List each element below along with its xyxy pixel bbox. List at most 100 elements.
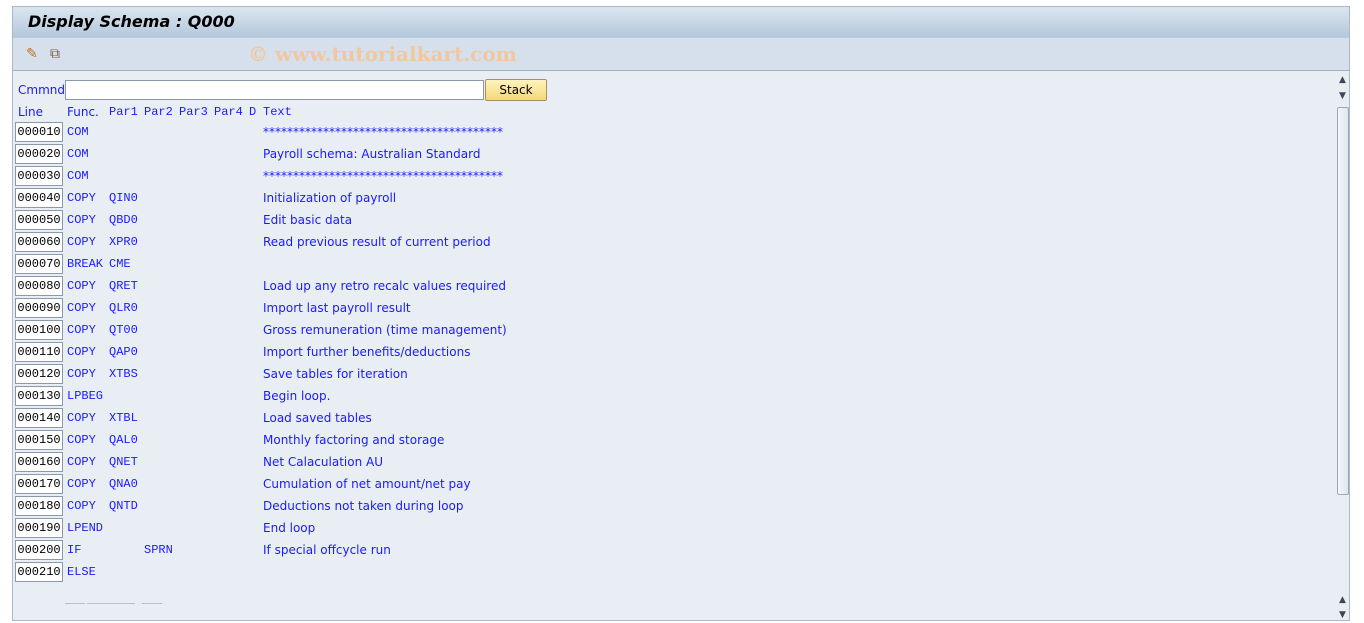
schema-row: 000140 COPY XTBL Load saved tables — [13, 408, 713, 430]
scrollbar-thumb[interactable] — [1337, 107, 1349, 495]
line-number-field[interactable]: 000160 — [15, 452, 63, 472]
vertical-scrollbar[interactable]: ▲ ▼ ▲ ▼ — [1335, 71, 1350, 621]
schema-row: 000020 COM Payroll schema: Australian St… — [13, 144, 713, 166]
func-cell: LPBEG — [67, 389, 104, 403]
line-number-field[interactable]: 000080 — [15, 276, 63, 296]
func-cell: COPY — [67, 213, 96, 227]
scroll-up-icon[interactable]: ▲ — [1335, 593, 1350, 608]
line-number-field[interactable]: 000200 — [15, 540, 63, 560]
text-cell: Import further benefits/deductions — [263, 345, 471, 359]
text-cell: Deductions not taken during loop — [263, 499, 464, 513]
line-number-field[interactable]: 000060 — [15, 232, 63, 252]
header-text: Text — [263, 105, 292, 119]
display-change-icon[interactable]: ✎ — [23, 45, 41, 63]
schema-row: 000210 ELSE — [13, 562, 713, 584]
text-cell: End loop — [263, 521, 316, 535]
text-cell: Edit basic data — [263, 213, 353, 227]
header-par4: Par4 — [214, 105, 243, 119]
func-cell: COPY — [67, 455, 96, 469]
text-cell: Monthly factoring and storage — [263, 433, 445, 447]
func-cell: COPY — [67, 499, 96, 513]
par2-cell: SPRN — [144, 543, 173, 557]
line-number-field[interactable]: 000040 — [15, 188, 63, 208]
sap-window: Display Schema : Q000 ✎ ⧉ © www.tutorial… — [12, 6, 1350, 621]
schema-row: 000080 COPY QRET Load up any retro recal… — [13, 276, 713, 298]
command-label: Cmmnd — [18, 83, 65, 97]
line-number-field[interactable]: 000120 — [15, 364, 63, 384]
line-number-field[interactable]: 000190 — [15, 518, 63, 538]
line-number-field[interactable]: 000170 — [15, 474, 63, 494]
schema-row: 000150 COPY QAL0 Monthly factoring and s… — [13, 430, 713, 452]
par1-cell: QRET — [109, 279, 138, 293]
scroll-down-icon[interactable]: ▼ — [1335, 89, 1350, 104]
par1-cell: QT00 — [109, 323, 138, 337]
par1-cell: QAL0 — [109, 433, 138, 447]
header-func: Func. — [67, 105, 99, 119]
title-bar: Display Schema : Q000 — [13, 7, 1349, 38]
func-cell: COPY — [67, 411, 96, 425]
par1-cell: XTBL — [109, 411, 138, 425]
line-number-field[interactable]: 000010 — [15, 122, 63, 142]
func-cell: COM — [67, 147, 89, 161]
line-number-field[interactable]: 000180 — [15, 496, 63, 516]
header-par1: Par1 — [109, 105, 138, 119]
func-cell: COPY — [67, 345, 96, 359]
text-cell: Save tables for iteration — [263, 367, 408, 381]
line-number-field[interactable]: 000050 — [15, 210, 63, 230]
text-cell: **************************************** — [263, 125, 503, 139]
text-cell: Gross remuneration (time management) — [263, 323, 507, 337]
line-number-field[interactable]: 000070 — [15, 254, 63, 274]
text-cell: Begin loop. — [263, 389, 331, 403]
text-cell: Import last payroll result — [263, 301, 411, 315]
schema-row: 000190 LPEND End loop — [13, 518, 713, 540]
par1-cell: CME — [109, 257, 131, 271]
func-cell: COPY — [67, 477, 96, 491]
schema-row: 000170 COPY QNA0 Cumulation of net amoun… — [13, 474, 713, 496]
line-number-field[interactable]: 000020 — [15, 144, 63, 164]
divider — [142, 603, 162, 604]
line-number-field[interactable]: 000150 — [15, 430, 63, 450]
divider — [65, 603, 85, 604]
func-cell: COM — [67, 125, 89, 139]
func-cell: COPY — [67, 433, 96, 447]
func-cell: COM — [67, 169, 89, 183]
other-object-icon[interactable]: ⧉ — [46, 45, 64, 63]
func-cell: IF — [67, 543, 82, 557]
schema-row: 000110 COPY QAP0 Import further benefits… — [13, 342, 713, 364]
par1-cell: QLR0 — [109, 301, 138, 315]
par1-cell: QNET — [109, 455, 138, 469]
par1-cell: QIN0 — [109, 191, 138, 205]
text-cell: Cumulation of net amount/net pay — [263, 477, 471, 491]
divider — [87, 603, 135, 604]
text-cell: Net Calaculation AU — [263, 455, 383, 469]
par1-cell: XTBS — [109, 367, 138, 381]
func-cell: ELSE — [67, 565, 96, 579]
stack-button[interactable]: Stack — [485, 79, 547, 101]
text-cell: Payroll schema: Australian Standard — [263, 147, 481, 161]
header-par3: Par3 — [179, 105, 208, 119]
line-number-field[interactable]: 000090 — [15, 298, 63, 318]
scroll-up-icon[interactable]: ▲ — [1335, 73, 1350, 88]
schema-row: 000050 COPY QBD0 Edit basic data — [13, 210, 713, 232]
schema-row: 000030 COM *****************************… — [13, 166, 713, 188]
text-cell: Read previous result of current period — [263, 235, 491, 249]
line-number-field[interactable]: 000210 — [15, 562, 63, 582]
func-cell: LPEND — [67, 521, 104, 535]
page-title: Display Schema : Q000 — [28, 12, 235, 31]
func-cell: COPY — [67, 367, 96, 381]
line-number-field[interactable]: 000140 — [15, 408, 63, 428]
schema-row: 000100 COPY QT00 Gross remuneration (tim… — [13, 320, 713, 342]
func-cell: COPY — [67, 191, 96, 205]
text-cell: If special offcycle run — [263, 543, 391, 557]
line-number-field[interactable]: 000030 — [15, 166, 63, 186]
header-par2: Par2 — [144, 105, 173, 119]
line-number-field[interactable]: 000100 — [15, 320, 63, 340]
par1-cell: XPR0 — [109, 235, 138, 249]
line-number-field[interactable]: 000130 — [15, 386, 63, 406]
schema-row: 000070 BREAK CME — [13, 254, 713, 276]
header-d: D — [249, 105, 257, 119]
line-number-field[interactable]: 000110 — [15, 342, 63, 362]
par1-cell: QNTD — [109, 499, 138, 513]
toolbar: ✎ ⧉ © www.tutorialkart.com — [13, 38, 1349, 71]
command-input[interactable] — [65, 80, 484, 100]
